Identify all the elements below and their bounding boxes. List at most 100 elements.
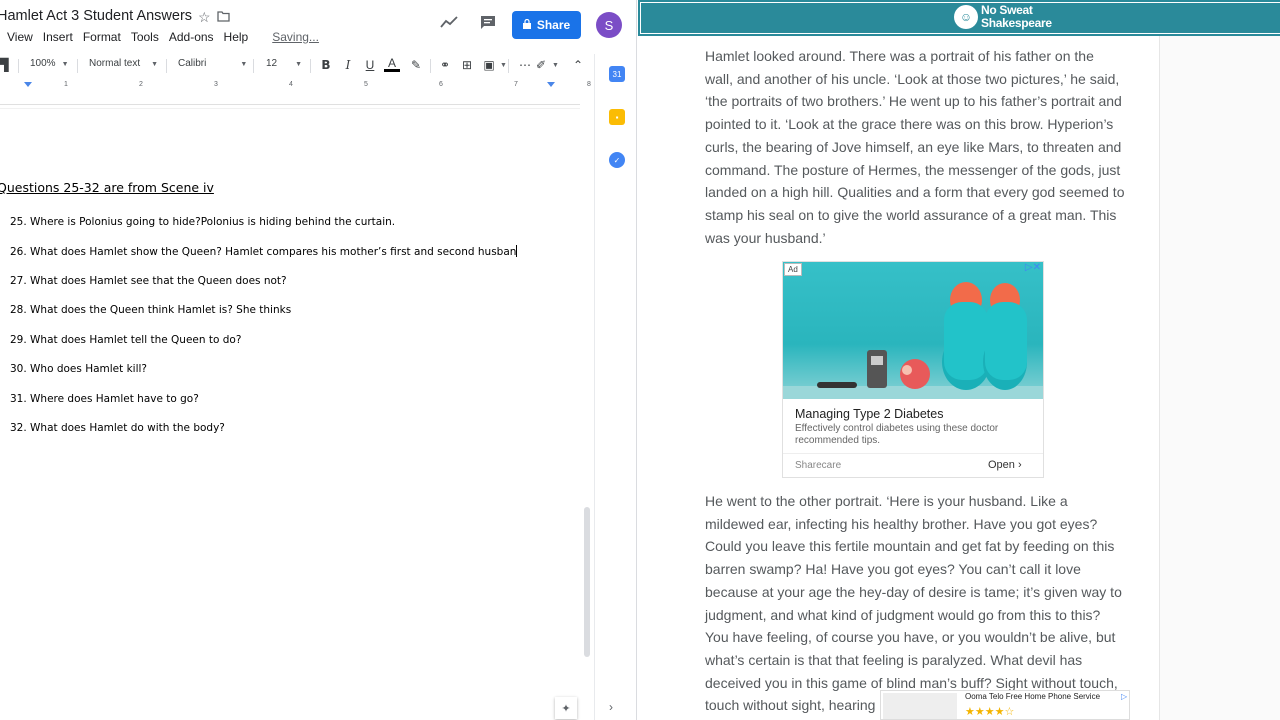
- underline-icon[interactable]: U: [362, 57, 378, 73]
- account-avatar[interactable]: S: [596, 12, 622, 38]
- page-top-divider: [0, 108, 580, 109]
- caret-down-icon: ▼: [295, 61, 303, 68]
- font-select[interactable]: Calibri ▼: [178, 58, 247, 69]
- site-logo[interactable]: ☺ No Sweat Shakespeare: [954, 4, 1052, 30]
- menu-addons[interactable]: Add-ons: [164, 30, 219, 45]
- paragraph-2: He went to the other portrait. ‘Here is …: [705, 493, 1122, 714]
- ruler[interactable]: 1 2 3 4 5 6 7 8: [0, 80, 594, 92]
- ruler-tick: 5: [364, 81, 368, 88]
- ad-divider: [783, 453, 1043, 454]
- menu-help[interactable]: Help: [219, 30, 254, 45]
- left-indent-marker[interactable]: [24, 82, 32, 87]
- question-28: 28. What does the Queen think Hamlet is?…: [10, 304, 292, 316]
- question-31: 31. Where does Hamlet have to go?: [10, 393, 199, 405]
- share-button[interactable]: Share: [512, 11, 581, 39]
- chevron-right-icon: ›: [1017, 459, 1022, 471]
- shakespeare-face-icon: ☺: [954, 5, 978, 29]
- right-indent-marker[interactable]: [547, 82, 555, 87]
- tasks-icon[interactable]: ✓: [609, 152, 625, 168]
- font-value: Calibri: [178, 58, 207, 69]
- style-select[interactable]: Normal text ▼: [89, 58, 158, 69]
- ruler-tick: 4: [289, 81, 293, 88]
- question-29: 29. What does Hamlet tell the Queen to d…: [10, 334, 242, 346]
- comment-icon[interactable]: [477, 11, 499, 33]
- ad-source: Sharecare: [795, 460, 842, 471]
- text-color-icon[interactable]: A: [384, 56, 400, 72]
- question-26: 26. What does Hamlet show the Queen? Ham…: [10, 245, 518, 258]
- ad-open-label: Open: [988, 459, 1015, 471]
- keep-icon[interactable]: ▪: [609, 109, 625, 125]
- document-title[interactable]: Hamlet Act 3 Student Answers: [0, 8, 192, 24]
- lock-icon: [522, 18, 531, 32]
- question-30: 30. Who does Hamlet kill?: [10, 363, 147, 375]
- bottom-ad-thumbnail: [883, 693, 957, 719]
- ruler-tick: 2: [139, 81, 143, 88]
- collapse-toolbar-icon[interactable]: ⌃: [570, 57, 586, 73]
- question-27: 27. What does Hamlet see that the Queen …: [10, 275, 287, 287]
- caret-down-icon: ▼: [151, 61, 159, 68]
- text-cursor: [516, 245, 518, 257]
- ruler-tick: 1: [64, 81, 68, 88]
- scroll-thumb[interactable]: [584, 507, 590, 657]
- logo-line-2: Shakespeare: [981, 16, 1052, 30]
- style-value: Normal text: [89, 58, 141, 69]
- menu-view[interactable]: View: [2, 30, 38, 45]
- chevron-right-icon[interactable]: ›: [609, 700, 613, 714]
- adchoices-icon[interactable]: ▷: [1121, 692, 1127, 701]
- ruler-tick: 3: [214, 81, 218, 88]
- insert-image-icon[interactable]: ▣: [481, 57, 497, 73]
- ad-description: Effectively control diabetes using these…: [795, 423, 999, 446]
- sneakers-image: [817, 282, 1027, 390]
- folder-icon[interactable]: [216, 9, 230, 26]
- insert-comment-icon[interactable]: ⊞: [459, 57, 475, 73]
- ad-unit[interactable]: Ad ▷✕ Managing Type 2 Diabetes Effective…: [782, 261, 1044, 478]
- bottom-ad-rating: ★★★★☆: [965, 706, 1015, 718]
- zoom-value: 100%: [30, 58, 56, 69]
- side-panel: 31 ▪ ✓: [594, 54, 636, 720]
- ad-title[interactable]: Managing Type 2 Diabetes: [795, 407, 943, 421]
- site-header: ☺ No Sweat Shakespeare: [638, 0, 1280, 36]
- link-icon[interactable]: ⚭: [437, 57, 453, 73]
- ruler-tick: 6: [439, 81, 443, 88]
- ad-image[interactable]: [783, 262, 1043, 399]
- article-column: Hamlet looked around. There was a portra…: [638, 36, 1160, 720]
- ruler-tick: 7: [514, 81, 518, 88]
- caret-down-icon: ▼: [500, 62, 507, 69]
- question-32: 32. What does Hamlet do with the body?: [10, 422, 225, 434]
- caret-down-icon: ▼: [61, 61, 69, 68]
- editing-mode-icon[interactable]: ✐: [533, 57, 549, 73]
- page-top-divider: [0, 104, 580, 105]
- ad-open-button[interactable]: Open ›: [988, 459, 1022, 471]
- highlight-icon[interactable]: ✎: [408, 57, 424, 73]
- question-26-text: 26. What does Hamlet show the Queen? Ham…: [10, 246, 517, 258]
- question-25: 25. Where is Polonius going to hide?Polo…: [10, 216, 396, 228]
- activity-trend-icon[interactable]: [438, 11, 460, 33]
- italic-icon[interactable]: I: [340, 57, 356, 73]
- document-page[interactable]: Questions 25-32 are from Scene iv 25. Wh…: [0, 110, 580, 720]
- menu-tools[interactable]: Tools: [126, 30, 164, 45]
- logo-text: No Sweat Shakespeare: [981, 4, 1052, 30]
- google-docs-window: Hamlet Act 3 Student Answers ☆ View Inse…: [0, 0, 637, 720]
- zoom-select[interactable]: 100% ▼: [30, 58, 69, 69]
- paint-format-icon[interactable]: ▜: [0, 57, 12, 73]
- paragraph-1: Hamlet looked around. There was a portra…: [705, 48, 1125, 246]
- adchoices-close-icon[interactable]: ▷✕: [1025, 262, 1041, 273]
- calendar-icon[interactable]: 31: [609, 66, 625, 82]
- bold-icon[interactable]: B: [318, 57, 334, 73]
- font-size-select[interactable]: 12 ▼: [266, 58, 302, 69]
- document-scrollbar[interactable]: [581, 92, 593, 720]
- more-options-icon[interactable]: ⋯: [517, 57, 533, 73]
- ad-badge: Ad: [784, 263, 802, 276]
- no-sweat-shakespeare-page: ☺ No Sweat Shakespeare Hamlet looked aro…: [638, 0, 1280, 720]
- menu-insert[interactable]: Insert: [38, 30, 78, 45]
- section-heading: Questions 25-32 are from Scene iv: [0, 180, 214, 195]
- saving-status[interactable]: Saving...: [267, 30, 324, 45]
- formatting-toolbar: ▜ 100% ▼ Normal text ▼ Calibri ▼ 12 ▼ B I U …: [0, 54, 594, 78]
- star-icon[interactable]: ☆: [198, 9, 211, 26]
- bottom-ad-title: Ooma Telo Free Home Phone Service: [965, 692, 1101, 701]
- caret-down-icon: ▼: [552, 62, 559, 69]
- explore-icon[interactable]: ✦: [555, 697, 577, 719]
- menu-format[interactable]: Format: [78, 30, 126, 45]
- menu-bar: View Insert Format Tools Add-ons Help Sa…: [2, 30, 324, 45]
- bottom-ad-banner[interactable]: Ooma Telo Free Home Phone Service ★★★★☆ …: [880, 690, 1130, 720]
